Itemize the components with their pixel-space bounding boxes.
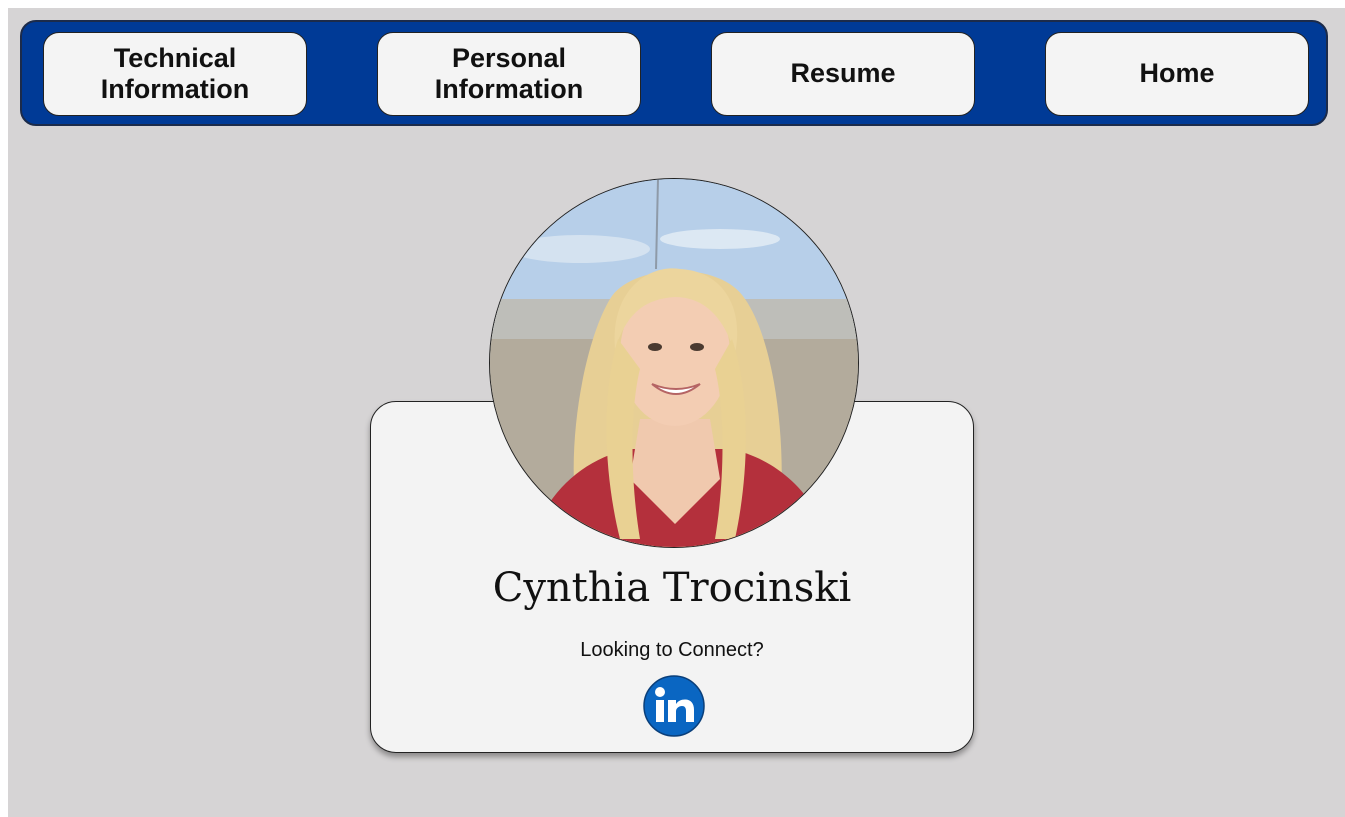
connect-prompt: Looking to Connect? — [580, 639, 764, 661]
profile-photo-graphic — [490, 179, 858, 547]
technical-information-button[interactable]: Technical Information — [43, 32, 307, 116]
page-background: Technical Information Personal Informati… — [8, 8, 1345, 817]
linkedin-icon-graphic — [643, 675, 705, 737]
linkedin-icon[interactable] — [643, 675, 705, 737]
profile-name: Cynthia Trocinski — [492, 565, 852, 611]
top-navigation-bar: Technical Information Personal Informati… — [20, 20, 1328, 126]
profile-photo — [489, 178, 859, 548]
personal-information-button[interactable]: Personal Information — [377, 32, 641, 116]
home-button[interactable]: Home — [1045, 32, 1309, 116]
resume-button[interactable]: Resume — [711, 32, 975, 116]
